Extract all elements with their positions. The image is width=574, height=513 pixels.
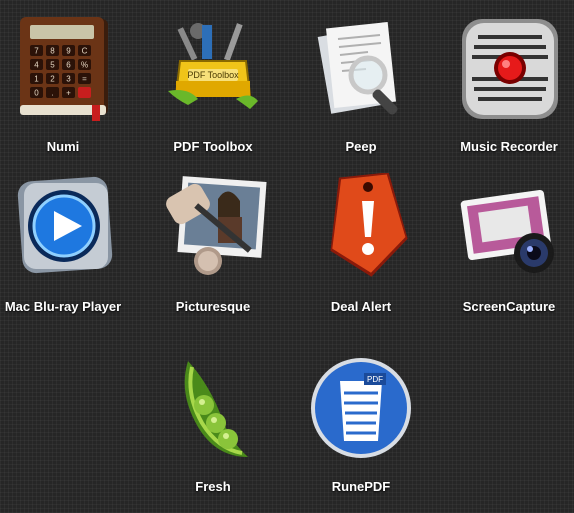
app-fresh[interactable]: Fresh bbox=[143, 353, 283, 513]
app-label: Picturesque bbox=[175, 299, 251, 314]
calculator-key-label: C bbox=[82, 47, 88, 56]
play-disc-icon bbox=[17, 176, 113, 274]
calculator-key-label: 5 bbox=[50, 61, 55, 70]
app-pdf-toolbox[interactable]: PDF Toolbox PDF Toolbox bbox=[143, 13, 283, 173]
calculator-key-label: = bbox=[82, 75, 87, 84]
app-label: Numi bbox=[46, 139, 80, 154]
microphone-icon bbox=[462, 19, 558, 119]
app-picturesque[interactable]: Picturesque bbox=[143, 173, 283, 333]
calculator-key-label: 1 bbox=[34, 75, 39, 84]
pdf-trash-icon: PDF bbox=[311, 358, 411, 458]
app-label: ScreenCapture bbox=[462, 299, 556, 314]
app-music-recorder[interactable]: Music Recorder bbox=[439, 13, 574, 173]
calculator-key-label: % bbox=[81, 61, 88, 70]
app-label: Mac Blu-ray Player bbox=[4, 299, 122, 314]
calculator-book-icon: 7 8 9 C 4 5 6 % 1 2 3 = 0. + bbox=[20, 17, 108, 121]
app-label: Music Recorder bbox=[460, 139, 558, 154]
app-runepdf[interactable]: PDF RunePDF bbox=[291, 353, 431, 513]
calculator-key-label: + bbox=[66, 89, 71, 98]
calculator-key-label: 2 bbox=[50, 75, 55, 84]
calculator-key-label: 9 bbox=[66, 47, 71, 56]
calculator-key bbox=[78, 87, 91, 98]
app-deal-alert[interactable]: Deal Alert bbox=[291, 173, 431, 333]
app-peep[interactable]: Peep bbox=[291, 13, 431, 173]
price-tag-alert-icon bbox=[330, 173, 408, 277]
calculator-key-label: . bbox=[51, 89, 53, 98]
calculator-key-label: 4 bbox=[34, 61, 39, 70]
svg-text:PDF Toolbox: PDF Toolbox bbox=[187, 70, 239, 80]
app-label: Deal Alert bbox=[330, 299, 392, 314]
pea-pod-icon bbox=[184, 361, 248, 457]
toolbox-icon: PDF Toolbox bbox=[168, 23, 258, 109]
screen-camera-icon bbox=[460, 189, 554, 273]
document-magnifier-icon bbox=[317, 21, 398, 115]
calculator-key-label: 8 bbox=[50, 47, 55, 56]
svg-text:PDF: PDF bbox=[367, 375, 383, 384]
calculator-key-label: 6 bbox=[66, 61, 71, 70]
calculator-key-label: 0 bbox=[34, 89, 39, 98]
app-screencapture[interactable]: ScreenCapture bbox=[439, 173, 574, 333]
app-label: PDF Toolbox bbox=[173, 139, 253, 154]
photo-brush-icon bbox=[166, 176, 267, 275]
app-grid: 7 8 9 C 4 5 6% 1 2 3 = 0. + Numi PDF Toolbox PDF Too… bbox=[0, 0, 574, 494]
app-mac-blu-ray-player[interactable]: Mac Blu-ray Player bbox=[0, 173, 133, 333]
app-numi[interactable]: 7 8 9 C 4 5 6% 1 2 3 = 0. + Numi bbox=[0, 13, 133, 173]
calculator-key-label: 7 bbox=[34, 47, 39, 56]
app-label: Peep bbox=[345, 139, 377, 154]
calculator-key-label: 3 bbox=[66, 75, 71, 84]
